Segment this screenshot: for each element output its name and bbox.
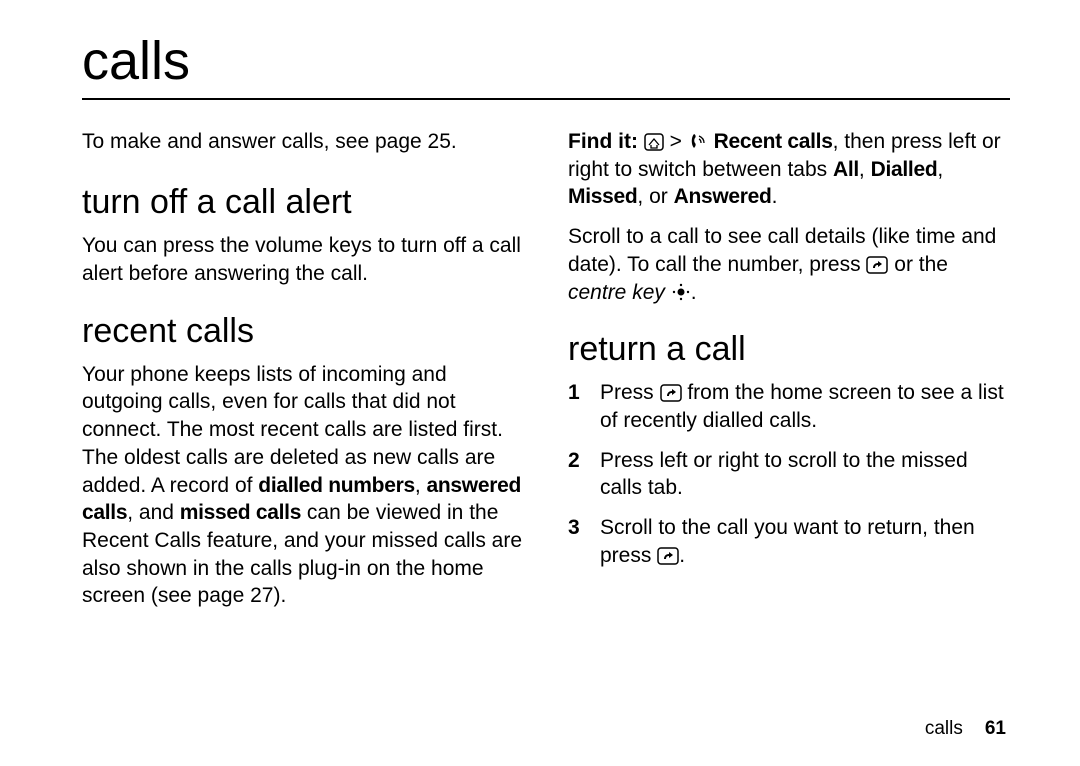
bold-missed-calls: missed calls — [180, 501, 301, 524]
send-key-icon — [657, 547, 679, 565]
centre-key-text: centre key — [568, 281, 665, 304]
page-title: calls — [82, 30, 1010, 100]
footer-page-number: 61 — [985, 718, 1006, 739]
paragraph: You can press the volume keys to turn of… — [82, 232, 524, 287]
bold-dialled-numbers: dialled numbers — [258, 474, 415, 497]
tab-answered: Answered — [674, 185, 772, 208]
step-text: Press from the home screen to see a list… — [600, 379, 1010, 434]
recent-calls-icon — [688, 131, 708, 151]
step-number: 2 — [568, 447, 586, 502]
body-recent-calls: Your phone keeps lists of incoming and o… — [82, 361, 524, 610]
step-text: Scroll to the call you want to return, t… — [600, 514, 1010, 569]
intro-text: To make and answer calls, see page 25. — [82, 128, 524, 155]
centre-key-icon — [671, 282, 691, 302]
body-turn-off-alert: You can press the volume keys to turn of… — [82, 232, 524, 287]
paragraph: Your phone keeps lists of incoming and o… — [82, 361, 524, 610]
step-number: 1 — [568, 379, 586, 434]
find-it-block: Find it: > Recent calls, then press left… — [568, 128, 1010, 306]
page-footer: calls 61 — [925, 718, 1006, 740]
send-key-icon — [660, 384, 682, 402]
paragraph: Scroll to a call to see call details (li… — [568, 223, 1010, 306]
send-key-icon — [866, 256, 888, 274]
left-column: To make and answer calls, see page 25. t… — [82, 128, 524, 622]
tab-dialled: Dialled — [871, 158, 938, 181]
steps-list: 1 Press from the home screen to see a li… — [568, 379, 1010, 569]
heading-turn-off-alert: turn off a call alert — [82, 183, 524, 222]
heading-recent-calls: recent calls — [82, 312, 524, 351]
two-column-layout: To make and answer calls, see page 25. t… — [82, 128, 1010, 622]
step-number: 3 — [568, 514, 586, 569]
home-key-icon — [644, 133, 664, 151]
tab-missed: Missed — [568, 185, 637, 208]
right-column: Find it: > Recent calls, then press left… — [568, 128, 1010, 622]
bold-recent-calls: Recent calls — [714, 130, 833, 153]
step-text: Press left or right to scroll to the mis… — [600, 447, 1010, 502]
heading-return-call: return a call — [568, 330, 1010, 369]
paragraph: Find it: > Recent calls, then press left… — [568, 128, 1010, 211]
manual-page: calls To make and answer calls, see page… — [0, 0, 1080, 766]
tab-all: All — [833, 158, 859, 181]
step-1: 1 Press from the home screen to see a li… — [568, 379, 1010, 434]
step-2: 2 Press left or right to scroll to the m… — [568, 447, 1010, 502]
find-it-label: Find it: — [568, 130, 638, 153]
footer-section: calls — [925, 718, 963, 739]
step-3: 3 Scroll to the call you want to return,… — [568, 514, 1010, 569]
